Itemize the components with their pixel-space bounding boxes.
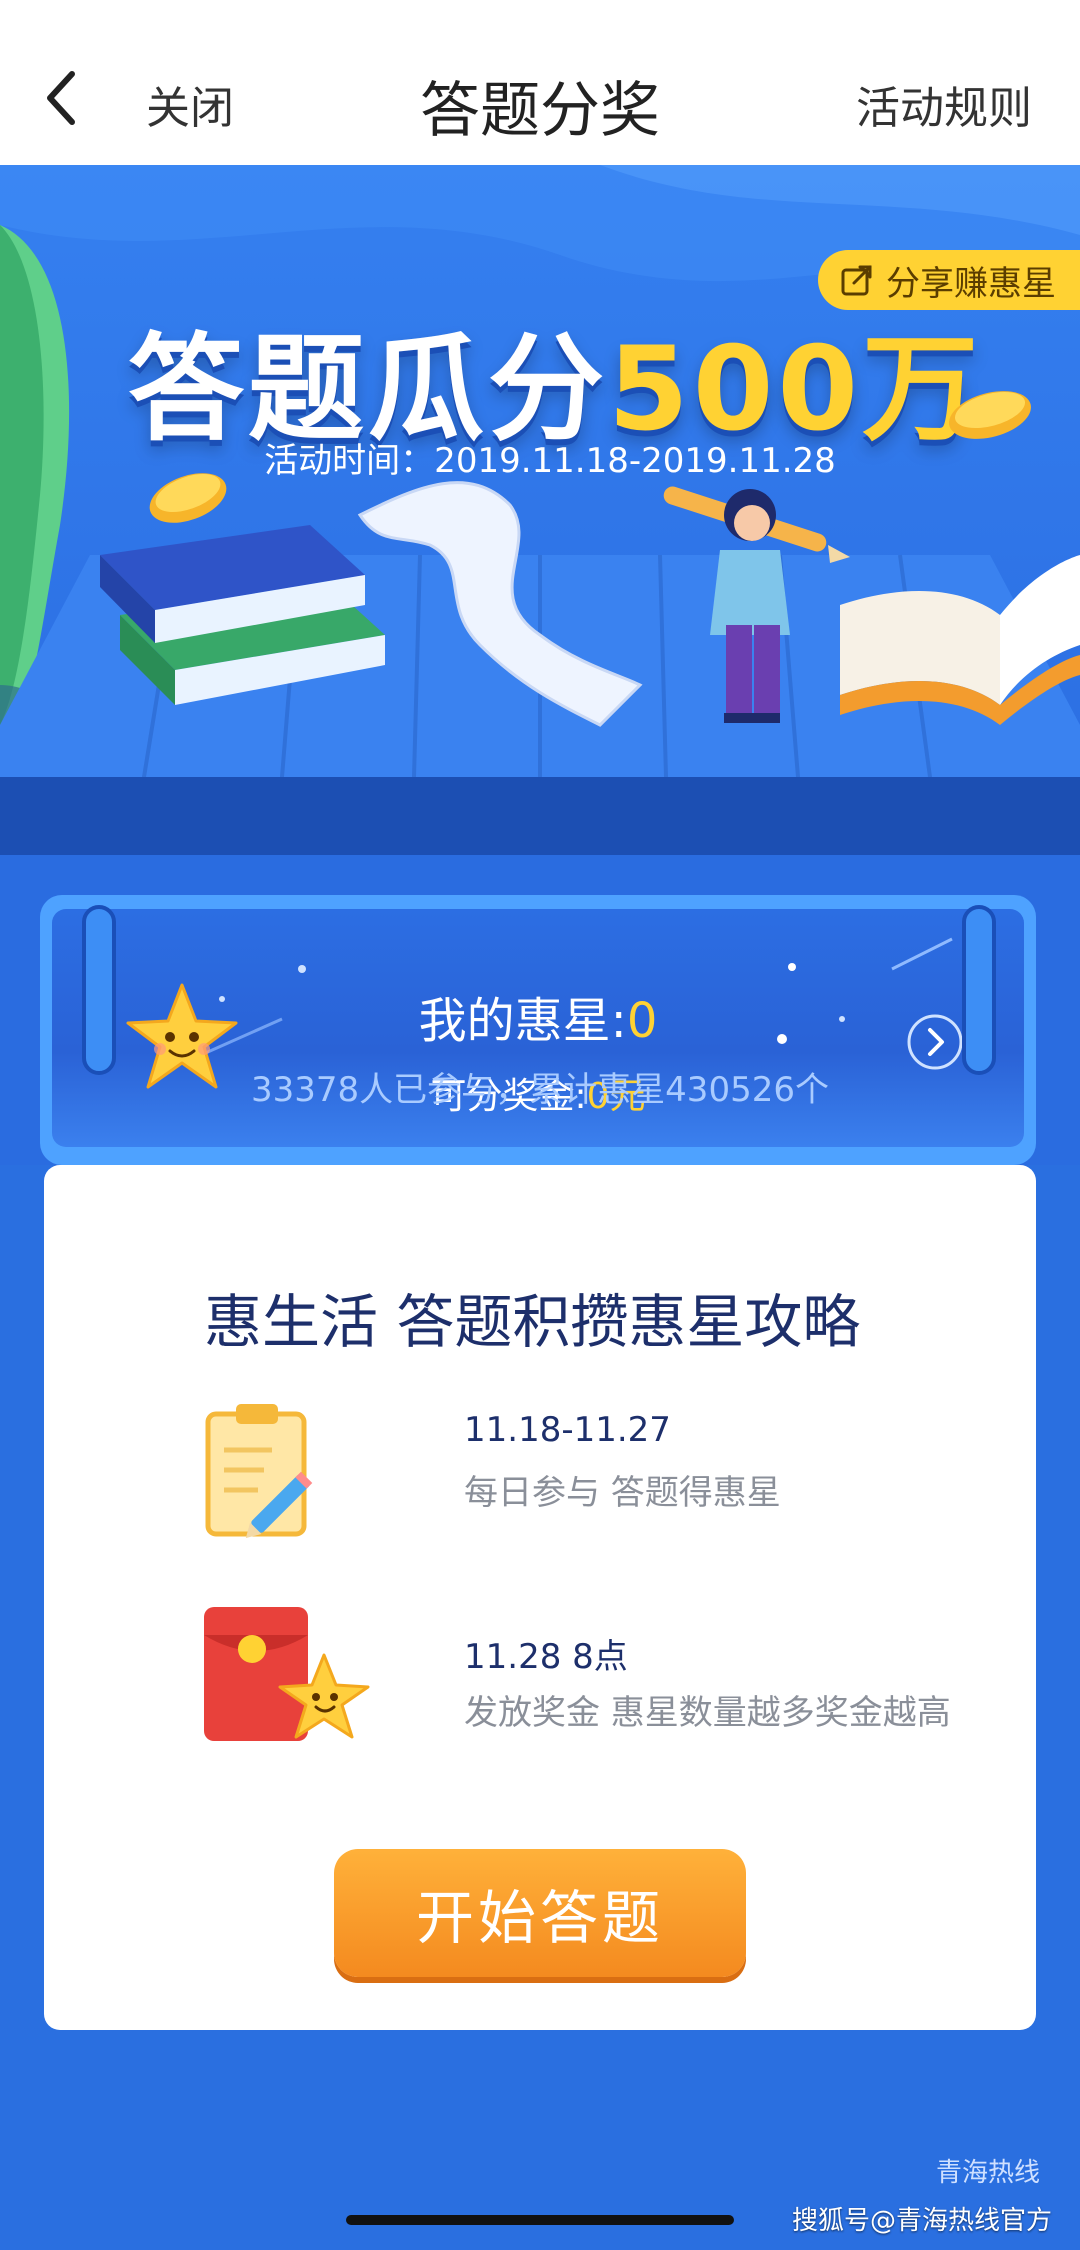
paper-scroll-icon xyxy=(357,481,643,727)
coin-icon xyxy=(949,391,1031,439)
watermark-logo: 青海热线 xyxy=(935,2158,1040,2188)
rules-link[interactable]: 活动规则 xyxy=(856,72,1032,136)
my-stars-card-inner: 我的惠星:0 可分奖金:0元 xyxy=(52,909,1024,1147)
strategy-step: 11.18-11.27 每日参与 答题得惠星 xyxy=(204,1400,904,1540)
my-stars-value: 0 xyxy=(626,993,658,1049)
my-stars-card[interactable]: 我的惠星:0 可分奖金:0元 xyxy=(40,895,1036,1165)
girl-figure xyxy=(663,486,850,723)
step-date: 11.18-11.27 xyxy=(464,1410,671,1450)
participation-stats: 33378人已参与，累计惠星430526个 xyxy=(251,1070,829,1110)
start-quiz-label: 开始答题 xyxy=(415,1884,664,1952)
coin-icon xyxy=(149,473,227,523)
hero-banner: 分享赚惠星 答题瓜分500万 活动时间：2019.11.18-2019.11.2… xyxy=(0,165,1080,1165)
step-description: 每日参与 答题得惠星 xyxy=(464,1473,781,1513)
step-date: 11.28 8点 xyxy=(464,1637,628,1677)
open-book-icon xyxy=(840,555,1080,725)
card-hook-right xyxy=(962,905,996,1075)
red-envelope-star-icon xyxy=(204,1607,370,1741)
card-hook-left xyxy=(82,905,116,1075)
clipboard-pencil-icon xyxy=(205,1404,313,1539)
my-stars-count: 我的惠星:0 xyxy=(52,981,1024,1051)
my-stars-label: 我的惠星: xyxy=(418,993,627,1049)
books-icon xyxy=(100,525,385,705)
nav-bar: 关闭 答题分奖 活动规则 xyxy=(0,0,1080,165)
home-indicator[interactable] xyxy=(346,2215,734,2225)
strategy-step: 11.28 8点 发放奖金 惠星数量越多奖金越高 xyxy=(204,1605,964,1745)
strategy-card: 惠生活 答题积攒惠星攻略 11.18-11.27 每日参与 答题得惠星 11.2… xyxy=(44,1165,1036,2030)
start-quiz-button[interactable]: 开始答题 xyxy=(334,1849,746,1977)
watermark-text: 搜狐号@青海热线官方 xyxy=(791,2206,1052,2236)
step-description: 发放奖金 惠星数量越多奖金越高 xyxy=(464,1693,951,1733)
strategy-title: 惠生活 答题积攒惠星攻略 xyxy=(204,1288,861,1356)
